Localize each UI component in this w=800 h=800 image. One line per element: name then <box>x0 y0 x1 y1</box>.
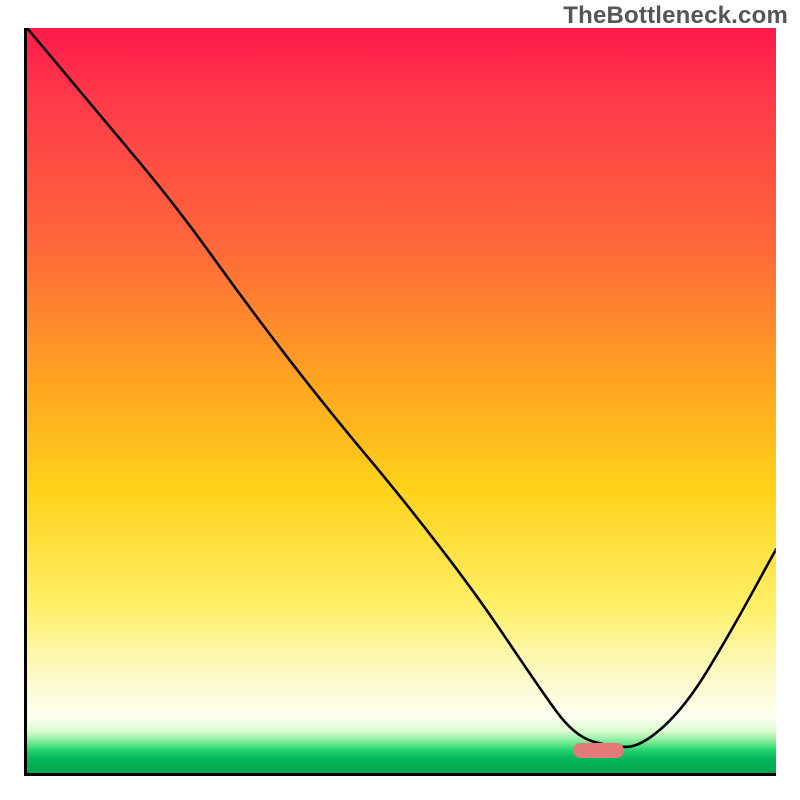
plot-area <box>24 28 776 776</box>
bottleneck-curve <box>27 28 776 773</box>
optimal-marker <box>573 743 624 758</box>
chart-container: TheBottleneck.com <box>0 0 800 800</box>
attribution-label: TheBottleneck.com <box>563 2 788 30</box>
